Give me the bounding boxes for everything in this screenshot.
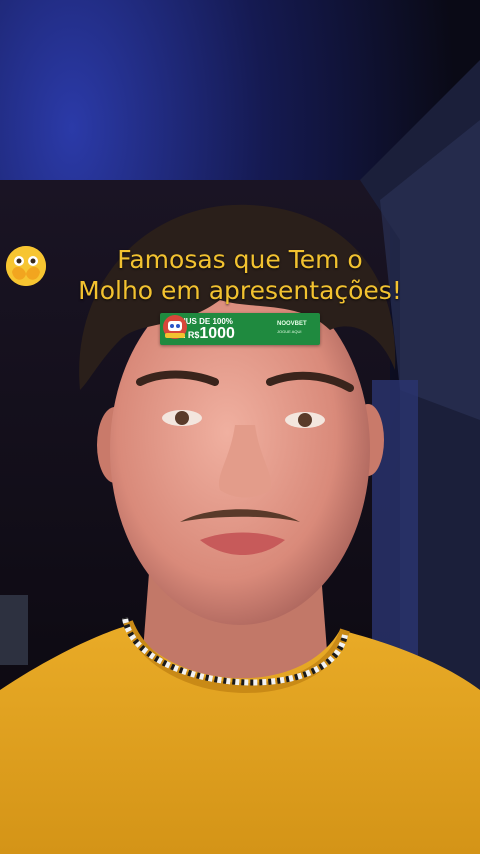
ad-brand-sub: JOGUE AQUI xyxy=(277,329,302,334)
right-iris xyxy=(298,413,312,427)
caption-line-1: Famosas que Tem o xyxy=(117,245,363,274)
left-iris xyxy=(175,411,189,425)
ad-banner[interactable]: BÔNUS DE 100% ATÉ R$1000 NOOVBET JOGUE A… xyxy=(160,313,320,345)
video-caption: Famosas que Tem o Molho em apresentações… xyxy=(0,244,480,306)
outlet-box xyxy=(0,595,28,665)
ad-brand-name: NOOVBET xyxy=(277,321,307,327)
mascot-robot-icon xyxy=(163,315,187,339)
face-with-hand-over-mouth-icon xyxy=(6,246,46,286)
ad-brand: NOOVBET JOGUE AQUI xyxy=(277,321,307,335)
ad-amount: 1000 xyxy=(199,325,235,342)
caption-line-2: Molho em apresentações! xyxy=(78,276,402,305)
video-frame: Famosas que Tem o Molho em apresentações… xyxy=(0,0,480,854)
video-background xyxy=(0,0,480,854)
caption-line-2-row: Molho em apresentações! xyxy=(0,246,480,306)
